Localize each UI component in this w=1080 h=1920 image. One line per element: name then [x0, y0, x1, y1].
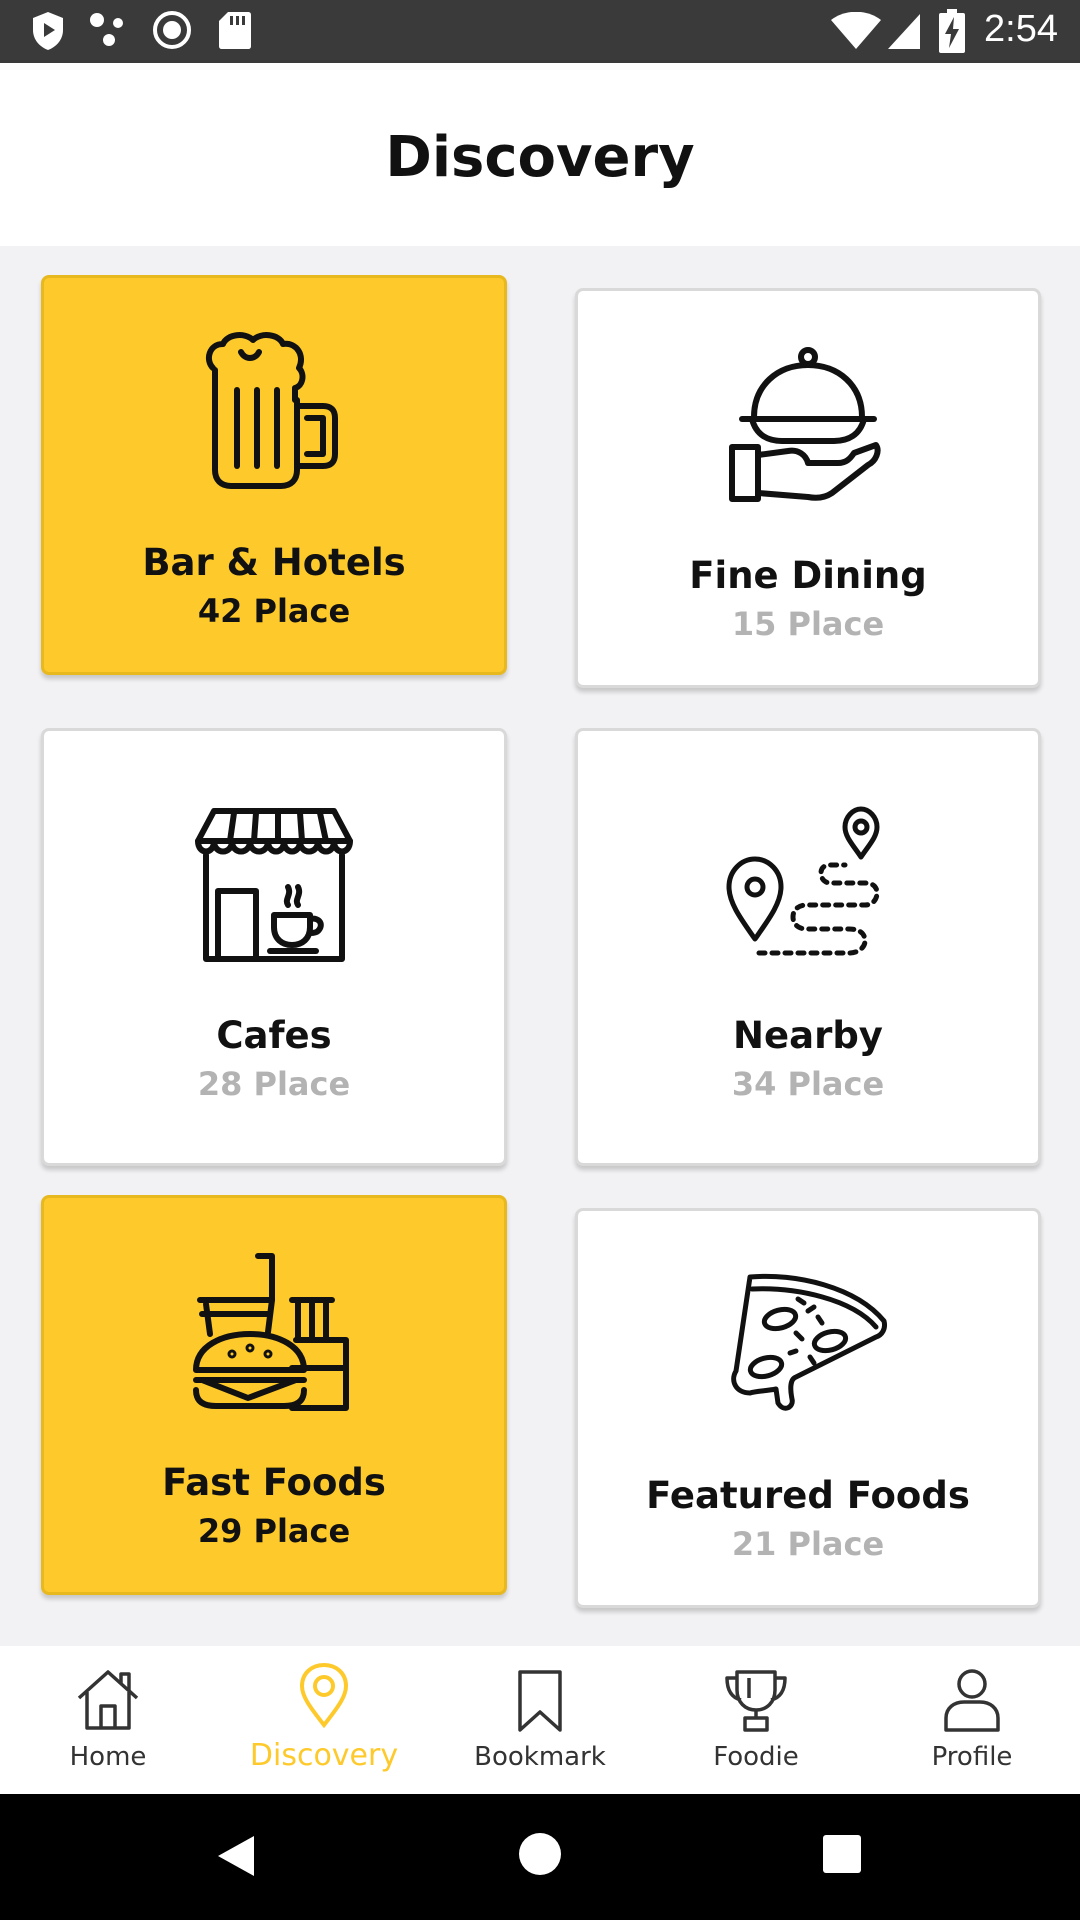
nav-label: Profile — [931, 1742, 1013, 1772]
nav-item-discovery[interactable]: Discovery — [216, 1646, 432, 1794]
card-count: 42 Place — [197, 592, 351, 630]
card-title: Cafes — [216, 1014, 332, 1057]
beer-mug-icon — [205, 332, 338, 489]
pizza-slice-icon — [731, 1273, 887, 1411]
nav-label: Discovery — [249, 1738, 399, 1773]
shield-icon — [33, 12, 63, 50]
nav-item-bookmark[interactable]: Bookmark — [432, 1646, 648, 1794]
category-card-bar-hotels[interactable]: Bar & Hotels 42 Place — [41, 275, 507, 675]
page-title: Discovery — [385, 125, 695, 190]
clock: 2:54 — [984, 8, 1058, 50]
record-icon — [153, 11, 191, 49]
card-count: 28 Place — [197, 1065, 351, 1103]
person-icon — [944, 1669, 1000, 1732]
card-title: Featured Foods — [646, 1474, 970, 1517]
card-count: 34 Place — [731, 1065, 885, 1103]
nav-item-foodie[interactable]: Foodie — [648, 1646, 864, 1794]
nav-label: Bookmark — [474, 1742, 606, 1772]
status-bar: 2:54 — [0, 0, 1080, 63]
card-count: 15 Place — [731, 605, 885, 643]
signal-icon — [888, 14, 920, 49]
location-pin-icon — [299, 1662, 349, 1728]
card-count: 29 Place — [197, 1512, 351, 1550]
cloche-serving-icon — [729, 347, 881, 502]
card-count: 21 Place — [731, 1525, 885, 1563]
bottom-navigation: Home Discovery Bookmark Foodie Profile — [0, 1646, 1080, 1794]
nav-label: Foodie — [713, 1742, 799, 1772]
nav-item-home[interactable]: Home — [0, 1646, 216, 1794]
route-map-icon — [726, 806, 880, 956]
wifi-icon — [831, 12, 881, 49]
card-title: Nearby — [733, 1014, 883, 1057]
card-title: Fast Foods — [162, 1461, 386, 1504]
bookmark-icon — [518, 1670, 562, 1732]
nav-item-profile[interactable]: Profile — [864, 1646, 1080, 1794]
category-card-featured-foods[interactable]: Featured Foods 21 Place — [575, 1208, 1041, 1608]
card-title: Fine Dining — [689, 554, 927, 597]
category-card-cafes[interactable]: Cafes 28 Place — [41, 728, 507, 1166]
sd-card-icon — [219, 12, 251, 49]
category-card-nearby[interactable]: Nearby 34 Place — [575, 728, 1041, 1166]
battery-charging-icon — [939, 9, 965, 53]
card-title: Bar & Hotels — [142, 541, 406, 584]
burger-fries-icon — [193, 1253, 349, 1411]
header: Discovery — [0, 63, 1080, 246]
home-button-icon[interactable] — [518, 1832, 562, 1876]
nav-label: Home — [69, 1742, 147, 1772]
category-card-fast-foods[interactable]: Fast Foods 29 Place — [41, 1195, 507, 1595]
dots-icon — [90, 13, 123, 46]
category-card-fine-dining[interactable]: Fine Dining 15 Place — [575, 288, 1041, 688]
back-icon[interactable] — [214, 1832, 258, 1880]
system-navigation-bar — [0, 1794, 1080, 1920]
recents-icon[interactable] — [822, 1834, 862, 1874]
home-icon — [77, 1670, 139, 1730]
cafe-shop-icon — [195, 808, 353, 962]
trophy-icon — [725, 1670, 787, 1732]
